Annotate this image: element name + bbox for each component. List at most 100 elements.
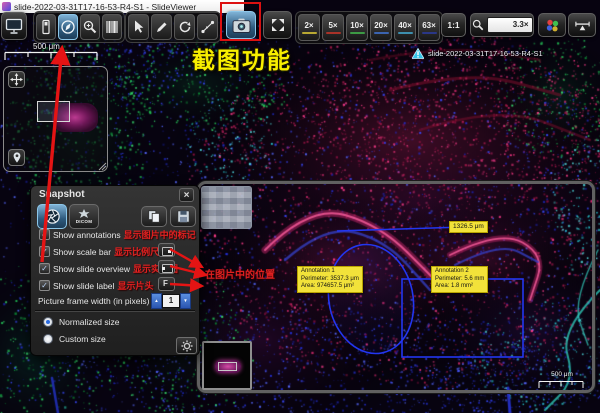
gear-icon <box>181 340 193 352</box>
zoom-tool-button[interactable] <box>80 14 100 40</box>
rotate-icon <box>177 19 193 35</box>
levels-adjust-button[interactable] <box>568 13 596 37</box>
frame-width-value[interactable]: 1 <box>162 294 180 308</box>
position-cn-note: 在图片中的位置 <box>205 266 275 281</box>
show-slidelabel-label: Show slide label <box>53 281 114 291</box>
overview-navigator-button[interactable] <box>58 14 78 40</box>
copy-to-clipboard-button[interactable] <box>141 206 167 227</box>
overview-scale-label: 500 μm <box>33 42 60 51</box>
normalized-size-radio[interactable] <box>43 317 53 327</box>
slide-overview-panel <box>3 66 108 172</box>
display-settings-button[interactable] <box>1 12 27 40</box>
annotation-1-title: Annotation 1 <box>301 268 359 276</box>
annotation-2-area: Area: 1.8 mm² <box>435 283 484 291</box>
annotation-2-title: Annotation 2 <box>435 268 484 276</box>
locate-position-button[interactable] <box>8 149 25 166</box>
show-annotations-checkbox[interactable]: ✓ <box>39 229 50 240</box>
annotation-1-label: Annotation 1 Perimeter: 3537.3 μm Area: … <box>297 266 363 293</box>
measurement-label: 1326.5 μm <box>449 221 488 233</box>
snapshot-highlight-box <box>220 2 261 41</box>
zoom-20x-underline <box>374 32 389 34</box>
snapshot-preview-frame <box>197 181 595 393</box>
normalized-size-option[interactable]: Normalized size <box>43 316 119 328</box>
annotations-cn-note: 显示图片中的标记 <box>124 228 196 241</box>
rgb-channels-icon <box>544 17 561 34</box>
snapshot-close-button[interactable]: × <box>179 188 194 202</box>
levels-icon <box>574 18 591 33</box>
frame-width-down-button[interactable]: ▼ <box>180 293 191 309</box>
magnification-group: 2× 5× 10× 20× 40× 63× <box>295 11 443 44</box>
show-annotations-row: ✓ Show annotations 显示图片中的标记 <box>39 228 196 241</box>
save-snapshot-button[interactable] <box>170 206 196 227</box>
annotation-2-label: Annotation 2 Perimeter: 5.6 mm Area: 1.8… <box>431 266 488 293</box>
zoom-10x-label: 10× <box>350 21 364 30</box>
zoom-2x-label: 2× <box>304 21 313 30</box>
select-annotation-button[interactable] <box>128 14 149 40</box>
slide-tool-button[interactable] <box>36 14 56 40</box>
zoom-20x-button[interactable]: 20× <box>370 14 392 41</box>
dicom-mode-button[interactable]: DICOM <box>69 204 99 229</box>
fullscreen-icon <box>270 17 286 33</box>
show-scalebar-row: ✓ Show scale bar 显示比例尺 <box>39 245 159 258</box>
snapshot-mode-button[interactable] <box>37 204 67 229</box>
normalized-size-label: Normalized size <box>59 317 119 327</box>
custom-size-label: Custom size <box>59 334 106 344</box>
scalebar-position-button[interactable] <box>158 243 175 257</box>
slide-name-badge: slide-2022-03-31T17-16-53-R4-S1 <box>412 48 543 59</box>
zoom-2x-button[interactable]: 2× <box>298 14 320 41</box>
show-scalebar-label: Show scale bar <box>53 247 111 257</box>
frame-width-spinner: ▲ 1 ▼ <box>151 293 191 309</box>
overview-position-button[interactable] <box>158 260 175 274</box>
zoom-level-input[interactable]: 3.3× <box>487 17 533 33</box>
zoom-5x-button[interactable]: 5× <box>322 14 344 41</box>
actual-size-button[interactable]: 1:1 <box>441 13 466 37</box>
zoom-40x-underline <box>398 32 413 34</box>
shutter-icon <box>44 208 61 225</box>
snapshot-dialog: Snapshot × DICOM ✓ Show annota <box>30 185 200 356</box>
window-title: slide-2022-03-31T17-16-53-R4-S1 - SlideV… <box>14 2 196 12</box>
save-icon <box>176 209 191 224</box>
barcode-button[interactable] <box>102 14 122 40</box>
slide-label-thumbnail <box>201 186 252 229</box>
warning-icon <box>412 48 424 59</box>
resize-handle[interactable] <box>97 161 107 171</box>
zoom-5x-label: 5× <box>328 21 337 30</box>
measure-icon <box>200 19 216 35</box>
slidelabel-position-button[interactable]: F <box>158 277 175 291</box>
custom-size-option[interactable]: Custom size <box>43 333 106 345</box>
fullscreen-button[interactable] <box>263 11 292 39</box>
preview-scale-label: 500 μm <box>540 371 584 378</box>
transform-annotation-button[interactable] <box>174 14 195 40</box>
preview-overview-selection <box>218 362 237 371</box>
annotation-1-perimeter: Perimeter: 3537.3 μm <box>301 276 359 284</box>
zoom-40x-label: 40× <box>398 21 412 30</box>
snapshot-dialog-title: Snapshot <box>39 189 85 200</box>
show-overview-checkbox[interactable]: ✓ <box>39 263 50 274</box>
zoom-63x-button[interactable]: 63× <box>418 14 440 41</box>
corner-dot <box>168 250 171 253</box>
scalebar-cn-note: 显示比例尺 <box>114 245 159 258</box>
slide-icon <box>38 19 54 35</box>
pen-icon <box>154 19 170 35</box>
annotation-tool-group <box>125 11 221 43</box>
show-scalebar-checkbox[interactable]: ✓ <box>39 246 50 257</box>
channel-colors-button[interactable] <box>538 13 566 37</box>
barcode-icon <box>104 19 120 35</box>
measure-tool-button[interactable] <box>197 14 218 40</box>
frame-width-label: Picture frame width (in pixels) <box>38 296 149 306</box>
copy-icon <box>146 209 162 224</box>
zoom-10x-underline <box>350 32 365 34</box>
show-slidelabel-checkbox[interactable]: ✓ <box>39 280 50 291</box>
preview-slide-overview <box>202 341 252 390</box>
draw-annotation-button[interactable] <box>151 14 172 40</box>
zoom-40x-button[interactable]: 40× <box>394 14 416 41</box>
snapshot-settings-button[interactable] <box>176 337 197 354</box>
zoom-10x-button[interactable]: 10× <box>346 14 368 41</box>
pan-mode-button[interactable] <box>8 71 25 88</box>
overview-viewport-rect[interactable] <box>37 101 70 122</box>
zoom-20x-label: 20× <box>374 21 388 30</box>
frame-width-up-button[interactable]: ▲ <box>151 293 162 309</box>
zoom-field-magnifier-icon <box>472 19 484 31</box>
monitor-icon <box>5 18 23 35</box>
custom-size-radio[interactable] <box>43 334 53 344</box>
